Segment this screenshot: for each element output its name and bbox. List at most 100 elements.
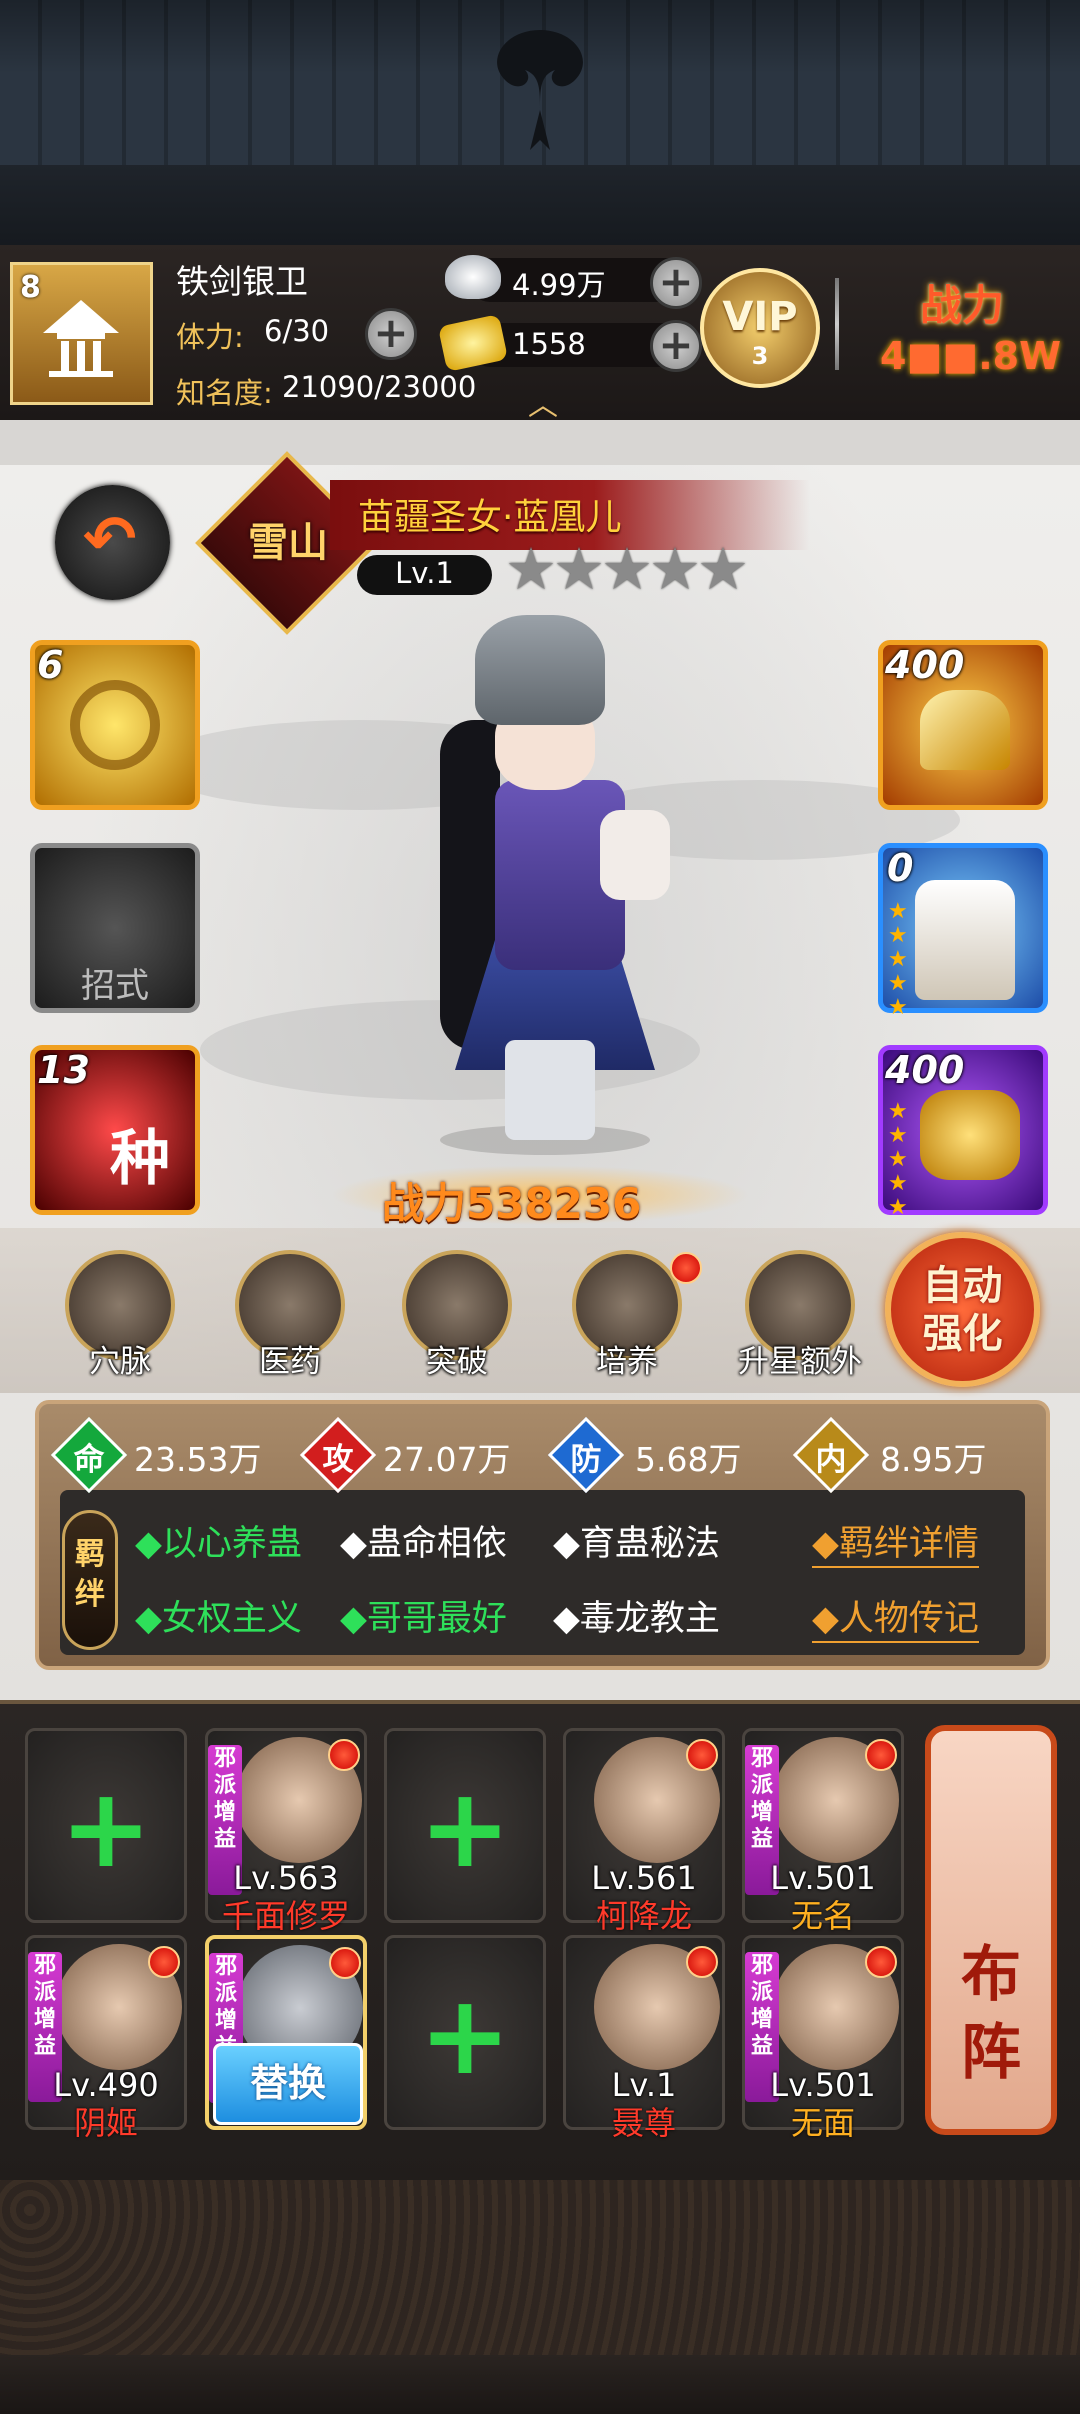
meridian-button[interactable]: 穴脉: [55, 1250, 185, 1381]
notification-dot: [686, 1946, 718, 1978]
star-up-extra-label: 升星额外: [738, 1344, 862, 1380]
roster-slot[interactable]: 邪派增益 Lv.563 千面修罗: [205, 1728, 367, 1935]
hero-figure-arm: [600, 810, 670, 900]
silver-ingot-icon: [445, 255, 501, 299]
cultivate-button[interactable]: 培养: [562, 1250, 702, 1381]
attack-stat-value: 27.07万: [383, 1440, 511, 1479]
add-hero-icon: +: [418, 1971, 512, 2099]
player-level: 8: [20, 270, 41, 305]
star-icon: ★: [697, 535, 749, 603]
separator-band: [0, 420, 1080, 465]
player-name: 铁剑银卫: [176, 262, 308, 301]
notification-dot: [865, 1739, 897, 1771]
roster-hero-name: 千面修罗: [221, 1897, 350, 1935]
roster-slot-empty[interactable]: +: [25, 1728, 187, 1923]
add-hero-icon: +: [59, 1764, 153, 1892]
roster-slot[interactable]: Lv.561 柯降龙: [563, 1728, 725, 1935]
notification-dot: [328, 1739, 360, 1771]
breakthrough-label: 突破: [426, 1344, 488, 1380]
formation-button[interactable]: 布阵: [925, 1725, 1057, 2135]
star-icon: ★: [505, 535, 557, 603]
hero-name: 苗疆圣女·蓝凰儿: [358, 497, 622, 538]
character-biography-link[interactable]: ◆人物传记: [812, 1590, 979, 1643]
notification-dot: [686, 1739, 718, 1771]
roster-hero-name: 无名: [790, 1897, 855, 1935]
bond-item: ◆女权主义: [135, 1599, 302, 1639]
roster-hero-name: 聂尊: [611, 2104, 676, 2142]
roster-slot[interactable]: 邪派增益 Lv.490 阴姬: [25, 1935, 187, 2142]
fame-label: 知名度:: [176, 376, 273, 410]
notification-dot: [329, 1947, 361, 1979]
cultivate-label: 培养: [596, 1344, 658, 1380]
notification-dot: [670, 1252, 702, 1284]
hp-stat-value: 23.53万: [134, 1440, 262, 1479]
faction-label: 雪山: [248, 520, 328, 566]
bond-tag: 羁绊: [62, 1510, 118, 1650]
roster-hero-name: 柯降龙: [595, 1897, 692, 1935]
bond-details-link[interactable]: ◆羁绊详情: [812, 1515, 979, 1568]
hero-power: 战力538236: [382, 1179, 642, 1228]
fame-value: 21090/23000: [282, 370, 477, 404]
inner-power-stat-label: 内: [815, 1442, 847, 1478]
seed-glyph-icon: 种: [110, 1124, 170, 1194]
equipment-count: 0: [887, 846, 914, 890]
star-icon: ★: [649, 535, 701, 603]
stamina-value: 6/30: [264, 314, 330, 348]
skill-slot-count: 13: [37, 1048, 90, 1092]
roof-band: [0, 165, 1080, 245]
roster-slot-empty[interactable]: +: [384, 1728, 546, 1923]
meridian-label: 穴脉: [89, 1344, 151, 1380]
defense-stat-label: 防: [570, 1442, 602, 1478]
star-icon: ★: [601, 535, 653, 603]
gold-amount: 1558: [512, 327, 586, 361]
vip-level: 3: [751, 342, 769, 370]
equipment-stars: ★ ★ ★ ★ ★: [888, 1099, 908, 1220]
add-hero-icon: +: [418, 1764, 512, 1892]
defense-stat-value: 5.68万: [635, 1440, 742, 1479]
roster-hero-name: 无面: [790, 2104, 855, 2142]
add-stamina-button[interactable]: +: [365, 308, 417, 360]
hero-figure-legs: [505, 1040, 595, 1140]
golden-wings-icon: [920, 690, 1010, 770]
silver-amount: 4.99万: [512, 268, 606, 302]
back-arrow-icon: ↶: [83, 503, 137, 577]
equipment-stars: ★ ★ ★ ★ ★: [888, 899, 908, 1020]
formation-label: 布阵: [961, 1940, 1021, 2088]
equipment-count: 400: [885, 1048, 965, 1092]
bond-tag-label: 羁绊: [75, 1537, 105, 1612]
bottom-edge: [0, 2355, 1080, 2414]
auto-enhance-label: 自动 强化: [922, 1263, 1003, 1357]
add-silver-button[interactable]: +: [650, 257, 702, 309]
stamina-label: 体力:: [176, 320, 244, 354]
star-up-extra-button[interactable]: 升星额外: [730, 1250, 870, 1381]
notification-dot: [148, 1946, 180, 1978]
attack-stat-label: 攻: [322, 1442, 354, 1478]
roster-hero-name: 阴姬: [73, 2104, 138, 2142]
roster-slot[interactable]: 邪派增益 Lv.501 无面: [742, 1935, 904, 2142]
back-button[interactable]: ↶: [55, 485, 170, 600]
hero-level: Lv.1: [395, 556, 454, 590]
replace-hero-button[interactable]: 替换: [213, 2043, 363, 2125]
swirl-icon: [70, 680, 160, 770]
hero-star-rating: ★★★★★: [505, 535, 749, 603]
bond-item: ◆蛊命相依: [340, 1524, 507, 1564]
vip-badge[interactable]: VIP 3: [700, 268, 820, 388]
roster-slot-empty[interactable]: +: [384, 1935, 546, 2130]
hp-stat-label: 命: [73, 1442, 105, 1478]
roster-slot[interactable]: 邪派增益 Lv.501 无名: [742, 1728, 904, 1935]
medicine-button[interactable]: 医药: [225, 1250, 355, 1381]
equipment-count: 400: [885, 643, 965, 687]
chevron-up-icon[interactable]: ︿: [528, 380, 558, 424]
total-power-value: 4■■.8W: [880, 334, 1062, 378]
add-gold-button[interactable]: +: [650, 320, 702, 372]
breakthrough-button[interactable]: 突破: [392, 1250, 522, 1381]
roof-ornament-icon: [497, 30, 583, 150]
bond-item: ◆哥哥最好: [340, 1599, 507, 1639]
bond-item: ◆以心养蛊: [135, 1524, 302, 1564]
robe-icon: [915, 880, 1015, 1000]
bond-item: ◆育蛊秘法: [553, 1524, 720, 1564]
skill-slot-count: 6: [37, 643, 64, 687]
notification-dot: [865, 1946, 897, 1978]
auto-enhance-button[interactable]: 自动 强化: [885, 1232, 1040, 1387]
roster-slot[interactable]: Lv.1 聂尊: [563, 1935, 725, 2142]
